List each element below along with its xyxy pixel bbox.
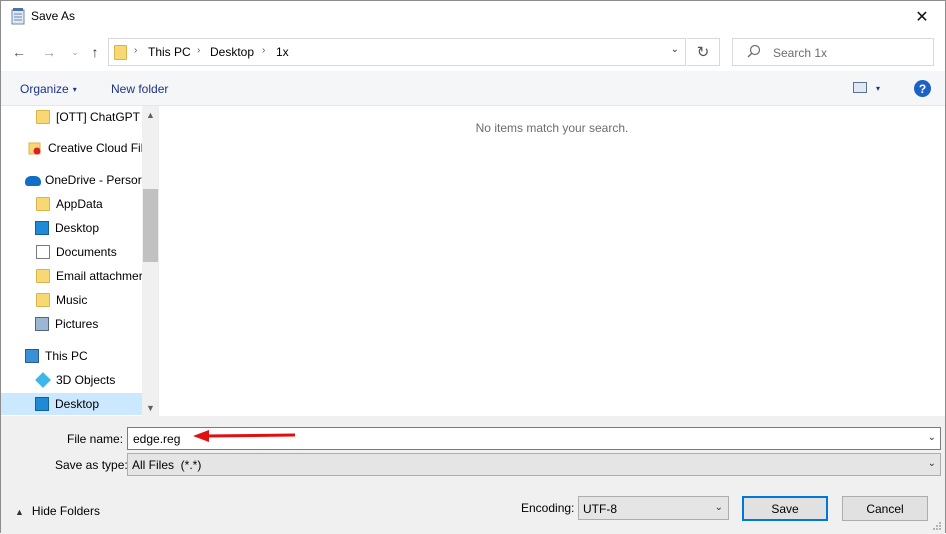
desktop-icon xyxy=(35,397,49,411)
breadcrumb-separator: › xyxy=(134,45,138,56)
folder-icon xyxy=(36,197,50,211)
title-bar: Save As ✕ xyxy=(1,1,945,32)
refresh-button[interactable]: ↻ xyxy=(687,38,720,66)
hide-folders-button[interactable]: ▲ Hide Folders xyxy=(15,504,100,518)
search-input[interactable]: Search 1x xyxy=(732,38,934,66)
folder-icon xyxy=(36,110,50,124)
window-title: Save As xyxy=(31,9,76,23)
breadcrumb-separator: › xyxy=(262,45,266,56)
folder-icon xyxy=(36,293,50,307)
folder-icon xyxy=(36,269,50,283)
cancel-button[interactable]: Cancel xyxy=(842,496,928,521)
documents-icon xyxy=(36,245,50,259)
breadcrumb-separator: › xyxy=(197,45,201,56)
forward-button[interactable]: → xyxy=(41,42,57,62)
chevron-up-icon: ▲ xyxy=(15,507,24,517)
empty-state-message: No items match your search. xyxy=(475,121,629,135)
chevron-down-icon[interactable]: ⌄ xyxy=(928,432,936,443)
address-dropdown-icon[interactable]: ⌄ xyxy=(671,44,679,55)
notepad-icon xyxy=(11,8,25,25)
chevron-down-icon: ⌄ xyxy=(714,502,723,513)
new-folder-button[interactable]: New folder xyxy=(111,82,168,96)
back-arrow-icon: ← xyxy=(12,44,26,60)
change-view-icon[interactable] xyxy=(853,82,867,93)
nav-item-appdata[interactable]: AppData xyxy=(1,193,142,215)
breadcrumb-desktop[interactable]: Desktop xyxy=(210,45,254,59)
3d-objects-icon xyxy=(35,372,51,388)
close-icon: ✕ xyxy=(915,8,929,26)
caret-down-icon: ▾ xyxy=(72,85,77,94)
nav-item-creative-cloud[interactable]: Creative Cloud Fil xyxy=(1,137,142,159)
nav-item-onedrive[interactable]: OneDrive - Persor xyxy=(1,169,142,191)
save-as-dialog: Save As ✕ ← → ⌄ ↑ › This PC › Desktop › … xyxy=(0,0,946,534)
navigation-bar: ← → ⌄ ↑ › This PC › Desktop › 1x ⌄ ↻ Sea… xyxy=(1,32,945,71)
command-toolbar: Organize ▾ New folder ▾ ? xyxy=(1,71,945,106)
nav-item-desktop-onedrive[interactable]: Desktop xyxy=(1,217,142,239)
nav-item-documents[interactable]: Documents xyxy=(1,241,142,263)
scroll-down-arrow-icon[interactable]: ▼ xyxy=(142,399,158,416)
up-button[interactable]: ↑ xyxy=(87,42,103,62)
search-placeholder: Search 1x xyxy=(773,46,828,60)
nav-item-label: Music xyxy=(56,293,88,307)
nav-item-label: Creative Cloud Fil xyxy=(48,141,142,155)
navigation-pane[interactable]: [OTT] ChatGPT A Creative Cloud Fil OneDr… xyxy=(1,106,159,416)
scroll-up-arrow-icon[interactable]: ▲ xyxy=(142,106,158,123)
annotation-arrow-icon xyxy=(193,430,296,442)
nav-item-music[interactable]: Music xyxy=(1,289,142,311)
hide-folders-label: Hide Folders xyxy=(31,504,100,518)
save-as-type-value: All Files (*.*) xyxy=(132,458,202,472)
organize-button[interactable]: Organize ▾ xyxy=(20,82,77,96)
nav-item-label: [OTT] ChatGPT A xyxy=(56,110,142,124)
save-button[interactable]: Save xyxy=(742,496,828,521)
breadcrumb-this-pc[interactable]: This PC xyxy=(148,45,191,59)
navpane-scrollbar[interactable]: ▲ ▼ xyxy=(142,106,158,416)
scrollbar-thumb[interactable] xyxy=(143,189,158,262)
encoding-value: UTF-8 xyxy=(583,502,617,516)
back-button[interactable]: ← xyxy=(11,42,27,62)
chevron-down-icon: ⌄ xyxy=(71,46,79,57)
onedrive-icon xyxy=(25,173,41,187)
nav-item-label: Pictures xyxy=(55,317,99,331)
breadcrumb-1x[interactable]: 1x xyxy=(276,45,289,59)
desktop-icon xyxy=(35,221,49,235)
address-bar[interactable]: › This PC › Desktop › 1x ⌄ xyxy=(108,38,686,66)
organize-label: Organize xyxy=(20,82,69,96)
recent-locations-button[interactable]: ⌄ xyxy=(67,42,83,62)
creative-cloud-icon xyxy=(28,142,41,155)
forward-arrow-icon: → xyxy=(42,44,56,60)
nav-item-label: Documents xyxy=(56,245,117,259)
nav-item-label: Email attachmer xyxy=(56,269,142,283)
nav-item-label: This PC xyxy=(45,349,88,363)
nav-item-pictures[interactable]: Pictures xyxy=(1,313,142,335)
nav-item-this-pc[interactable]: This PC xyxy=(1,345,142,367)
save-as-type-label: Save as type: xyxy=(55,458,128,472)
nav-item-label: 3D Objects xyxy=(56,373,116,387)
save-as-type-select[interactable]: All Files (*.*) ⌄ xyxy=(127,453,941,476)
view-options-caret-icon[interactable]: ▾ xyxy=(876,84,880,93)
encoding-select[interactable]: UTF-8 ⌄ xyxy=(578,496,729,520)
this-pc-icon xyxy=(25,349,39,363)
folder-icon xyxy=(114,45,127,60)
nav-item-3d-objects[interactable]: 3D Objects xyxy=(1,369,142,391)
nav-item-label: OneDrive - Persor xyxy=(45,173,142,187)
encoding-label: Encoding: xyxy=(521,501,575,515)
nav-item-desktop-selected[interactable]: Desktop xyxy=(1,393,142,415)
pictures-icon xyxy=(35,317,49,331)
file-name-label: File name: xyxy=(67,432,124,446)
save-form: File name: edge.reg ⌄ Save as type: All … xyxy=(1,416,945,534)
close-button[interactable]: ✕ xyxy=(899,1,945,32)
nav-item-label: AppData xyxy=(56,197,103,211)
up-arrow-icon: ↑ xyxy=(91,44,99,60)
resize-grip-icon[interactable] xyxy=(932,521,942,531)
nav-item-label: Desktop xyxy=(55,221,100,235)
nav-item-label: Desktop xyxy=(55,397,100,411)
nav-item-email-attachments[interactable]: Email attachmer xyxy=(1,265,142,287)
help-icon[interactable]: ? xyxy=(914,80,931,97)
file-name-value: edge.reg xyxy=(133,432,181,446)
search-icon xyxy=(747,44,761,58)
nav-item-ott-chatgpt[interactable]: [OTT] ChatGPT A xyxy=(1,106,142,128)
refresh-icon: ↻ xyxy=(696,44,710,61)
chevron-down-icon: ⌄ xyxy=(927,458,936,469)
file-list-pane[interactable]: No items match your search. xyxy=(159,106,945,416)
